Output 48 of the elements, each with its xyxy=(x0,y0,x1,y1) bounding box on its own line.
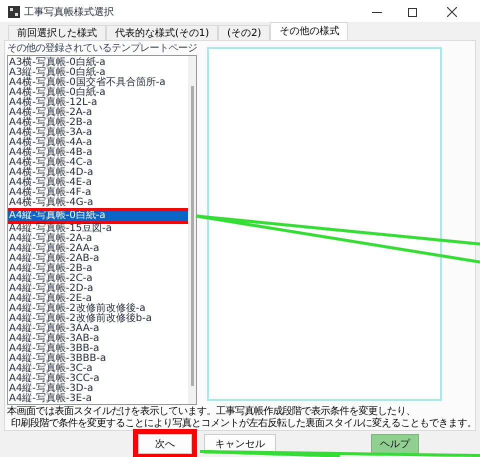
list-item[interactable]: A4横-写真帳-2B-a xyxy=(8,118,188,128)
window-title: 工事写真帳様式選択 xyxy=(24,6,114,20)
list-item[interactable]: A4縦-写真帳-3C-a xyxy=(8,364,188,374)
list-item[interactable]: A4縦-写真帳-3BBB-a xyxy=(8,354,188,364)
list-item[interactable]: A4縦-写真帳-3D-a xyxy=(8,384,188,394)
list-item[interactable]: A4縦-写真帳-3CC-a xyxy=(8,374,188,384)
note-text: 印刷段階で条件を変更することにより写真とコメントが左右反転した裏面スタイルに変えることもできます。 xyxy=(10,418,473,430)
list-item[interactable]: A4縦-写真帳-2D-a xyxy=(8,284,188,294)
list-item[interactable]: A4横-写真帳-4A-a xyxy=(8,138,188,148)
list-item[interactable]: A4縦-写真帳-2AA-a xyxy=(8,244,188,254)
list-item[interactable]: A4横-写真帳-4F-a xyxy=(8,188,188,198)
tab[interactable]: (その2) xyxy=(218,25,270,40)
close-icon xyxy=(447,7,457,17)
list-item[interactable]: A4縦-写真帳-3AA-a xyxy=(8,324,188,334)
list-item[interactable]: A4横-写真帳-12L-a xyxy=(8,98,188,108)
template-list[interactable] xyxy=(7,55,197,405)
list-item[interactable]: A4横-写真帳-4E-a xyxy=(8,178,188,188)
tab[interactable]: その他の様式 xyxy=(270,22,348,40)
list-item[interactable]: A4横-写真帳-0白紙-a xyxy=(8,88,188,98)
list-item[interactable]: A4縦-写真帳-2E-a xyxy=(8,294,188,304)
list-item[interactable]: A4縦-写真帳-3BB-a xyxy=(8,344,188,354)
list-item[interactable]: A4横-写真帳-4D-a xyxy=(8,168,188,178)
list-item[interactable]: A4横-写真帳-4B-a xyxy=(8,148,188,158)
list-item[interactable]: A4縦-写真帳-2改修前改修後b-a xyxy=(8,314,188,324)
list-heading: その他の登録されているテンプレートページ xyxy=(7,43,197,55)
list-item[interactable]: A3縦-写真帳-0白紙-a xyxy=(8,68,188,78)
dialog-button[interactable]: ヘルプ xyxy=(371,434,419,454)
list-item[interactable]: A4横-写真帳-4G-a xyxy=(8,198,188,208)
list-item[interactable]: A4縦-写真帳-3E-a xyxy=(8,394,188,404)
list-item[interactable]: A4縦-写真帳-2C-a xyxy=(8,274,188,284)
list-item[interactable]: A4縦-写真帳-2改修前改修後-a xyxy=(8,304,188,314)
list-item[interactable]: A4横-写真帳-0国交省不具合箇所-a xyxy=(8,78,188,88)
note-text: 本画面では表面スタイルだけを表示しています。工事写真帳作成段階で表示条件を変更したり、 xyxy=(7,406,416,418)
list-item[interactable]: A4縦-写真帳-3AB-a xyxy=(8,334,188,344)
list-item[interactable]: A4横-写真帳-3A-a xyxy=(8,128,188,138)
list-item[interactable]: A4横-写真帳-4C-a xyxy=(8,158,188,168)
list-item[interactable]: A4縦-写真帳-15豆図-a xyxy=(8,224,188,234)
tab[interactable]: 前回選択した様式 xyxy=(8,25,106,40)
list-item[interactable]: A4縦-写真帳-2B-a xyxy=(8,264,188,274)
scroll-thumb[interactable] xyxy=(190,86,194,386)
scrollbar[interactable] xyxy=(188,56,196,404)
list-item[interactable]: A4縦-写真帳-2AB-a xyxy=(8,254,188,264)
list-item[interactable]: A3横-写真帳-0白紙-a xyxy=(8,58,188,68)
list-item[interactable]: A4横-写真帳-2A-a xyxy=(8,108,188,118)
tab[interactable]: 代表的な様式(その1) xyxy=(106,25,218,40)
maximize-icon xyxy=(408,8,416,16)
list-item[interactable]: A4縦-写真帳-2A-a xyxy=(8,234,188,244)
app-icon xyxy=(8,6,20,18)
